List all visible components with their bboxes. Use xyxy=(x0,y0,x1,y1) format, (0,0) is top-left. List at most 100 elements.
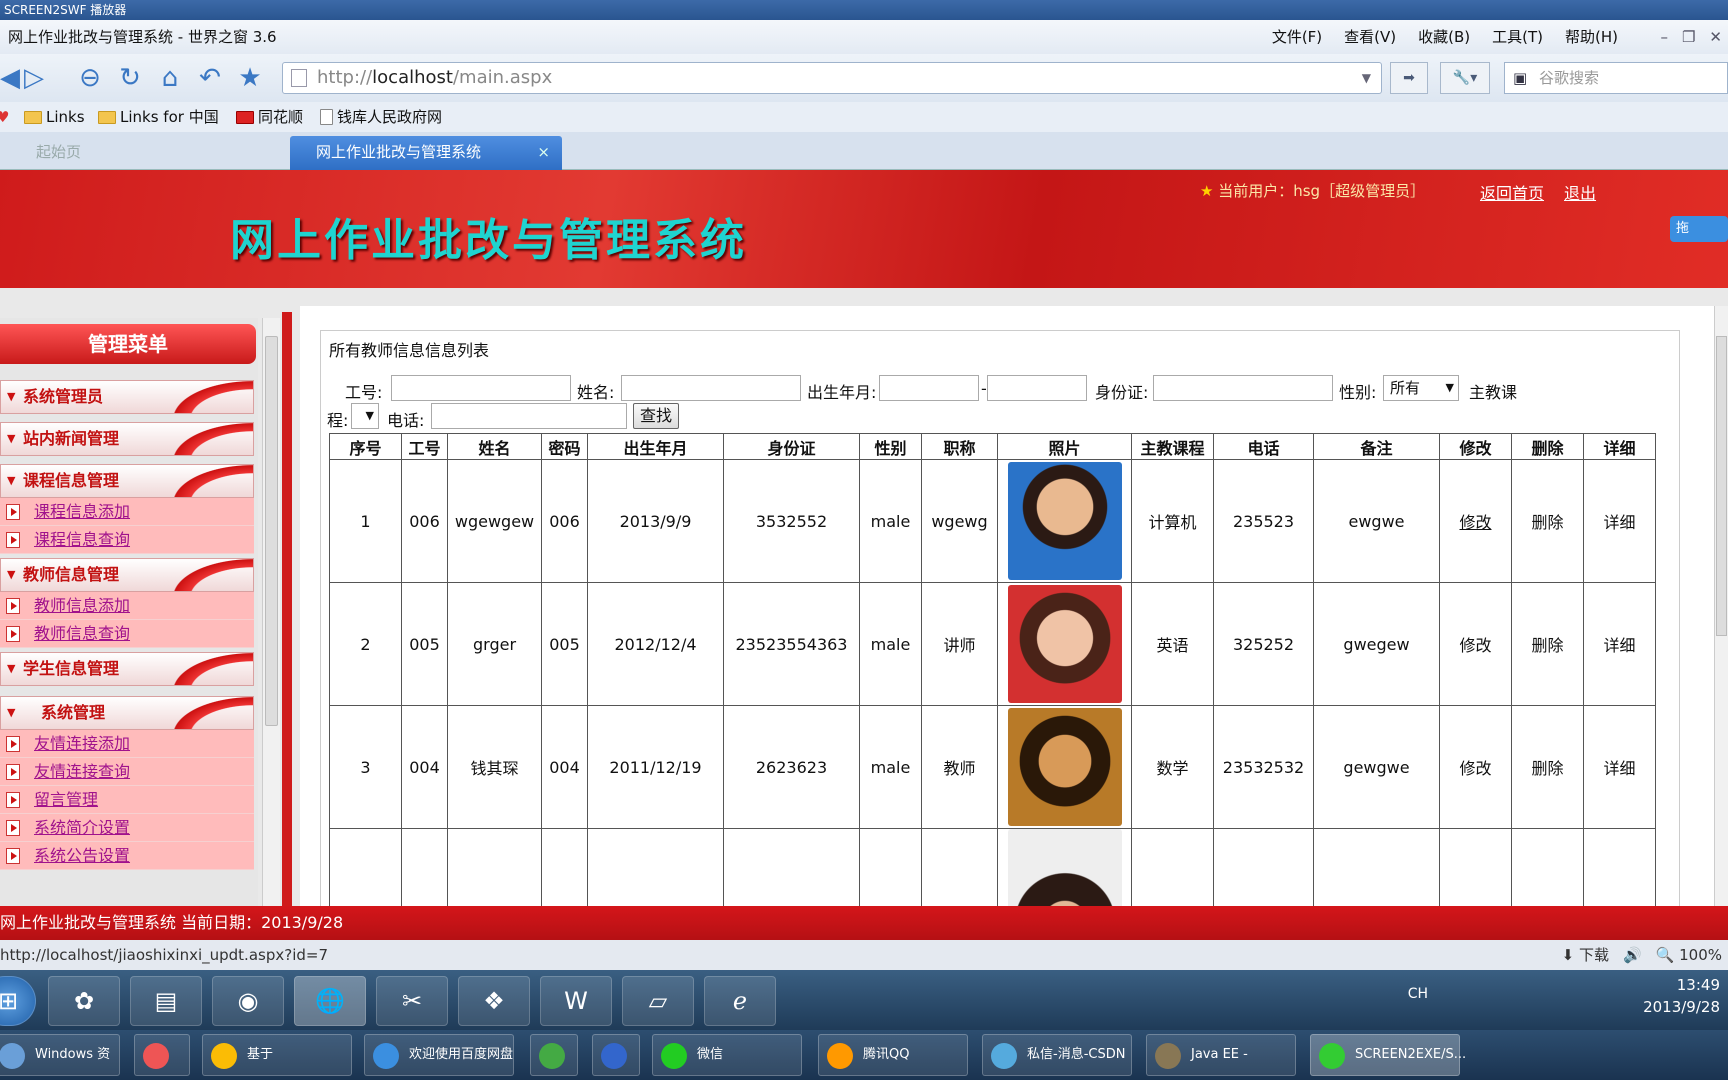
menu-group-teacher[interactable]: ▼ 教师信息管理 xyxy=(0,558,254,592)
menu-group-student[interactable]: ▼ 学生信息管理 xyxy=(0,652,254,686)
edit-link[interactable] xyxy=(1439,828,1512,906)
menu-tools[interactable]: 工具(T) xyxy=(1492,20,1543,54)
menu-scrollbar[interactable] xyxy=(262,318,280,906)
stop-icon[interactable]: ⊖ xyxy=(74,62,106,94)
home-link[interactable]: 返回首页 xyxy=(1480,180,1544,204)
menu-item-course-query[interactable]: 课程信息查询 xyxy=(0,526,254,554)
menu-item-intro-settings[interactable]: 系统简介设置 xyxy=(0,814,254,842)
taskbar-window[interactable]: 欢迎使用百度网盘 xyxy=(364,1034,514,1076)
taskbar-window[interactable] xyxy=(530,1034,578,1076)
sound-icon[interactable]: 🔊 xyxy=(1623,940,1642,970)
browser-app-icon[interactable]: ◉ xyxy=(212,976,284,1026)
delete-link[interactable]: 删除 xyxy=(1511,582,1584,706)
birth-from-input[interactable] xyxy=(879,375,979,401)
input-language[interactable]: CH xyxy=(1408,986,1428,1002)
edit-link[interactable]: 修改 xyxy=(1439,705,1512,829)
menu-favorites[interactable]: 收藏(B) xyxy=(1418,20,1470,54)
phone-input[interactable] xyxy=(431,403,627,429)
fav-links-china[interactable]: Links for 中国 xyxy=(98,102,219,132)
scrollbar-thumb[interactable] xyxy=(1716,336,1727,636)
restore-icon[interactable]: ❐ xyxy=(1682,20,1695,54)
fav-links[interactable]: Links xyxy=(24,102,85,132)
detail-link[interactable]: 详细 xyxy=(1583,705,1656,829)
menu-item-teacher-query[interactable]: 教师信息查询 xyxy=(0,620,254,648)
start-button[interactable]: ⊞ xyxy=(0,976,36,1026)
detail-link[interactable]: 详细 xyxy=(1583,582,1656,706)
menu-view[interactable]: 查看(V) xyxy=(1344,20,1396,54)
zoom-control[interactable]: 🔍 100% xyxy=(1656,940,1722,970)
idcard-input[interactable] xyxy=(1153,375,1333,401)
go-button[interactable]: ➡ xyxy=(1390,62,1428,94)
cell-idcard xyxy=(723,828,860,906)
delete-link[interactable]: 删除 xyxy=(1511,459,1584,583)
name-input[interactable] xyxy=(621,375,801,401)
star-icon[interactable]: ★ xyxy=(234,62,266,94)
content-scrollbar[interactable] xyxy=(1714,306,1728,906)
menu-item-course-add[interactable]: 课程信息添加 xyxy=(0,498,254,526)
minimize-icon[interactable]: – xyxy=(1660,20,1668,54)
address-dropdown-icon[interactable]: ▼ xyxy=(1362,63,1371,93)
media-app-icon[interactable]: ❖ xyxy=(458,976,530,1026)
search-button[interactable]: 查找 xyxy=(633,403,679,429)
taskbar-window[interactable] xyxy=(134,1034,190,1076)
tools-app-icon[interactable]: ✂ xyxy=(376,976,448,1026)
download-icon[interactable]: ⬇ 下载 xyxy=(1562,940,1609,970)
tab-start-page[interactable]: 起始页 xyxy=(10,136,280,170)
taskbar-window[interactable]: 基于Springboot... xyxy=(202,1034,352,1076)
menu-item-link-add[interactable]: 友情连接添加 xyxy=(0,730,254,758)
tab-close-icon[interactable]: × xyxy=(537,136,550,168)
world-browser-icon[interactable]: 🌐 xyxy=(294,976,366,1026)
frame-splitter[interactable] xyxy=(282,312,292,906)
forward-icon[interactable]: ▷ xyxy=(18,62,50,94)
menu-help[interactable]: 帮助(H) xyxy=(1565,20,1618,54)
edit-link[interactable]: 修改 xyxy=(1439,459,1512,583)
chrome-icon xyxy=(211,1043,237,1069)
delete-link[interactable]: 删除 xyxy=(1511,705,1584,829)
delete-link[interactable] xyxy=(1511,828,1584,906)
taskbar-window[interactable] xyxy=(592,1034,640,1076)
detail-link[interactable] xyxy=(1583,828,1656,906)
cloud-drive-icon[interactable]: 拖 xyxy=(1670,216,1728,242)
file-explorer-icon[interactable]: ▤ xyxy=(130,976,202,1026)
taskbar-window[interactable]: Windows 资源... xyxy=(0,1034,120,1076)
menu-file[interactable]: 文件(F) xyxy=(1272,20,1322,54)
birth-to-input[interactable] xyxy=(987,375,1087,401)
menu-group-sysadmin[interactable]: ▼ 系统管理员 xyxy=(0,380,254,414)
undo-icon[interactable]: ↶ xyxy=(194,62,226,94)
pinned-app-icon[interactable]: ✿ xyxy=(48,976,120,1026)
favorites-icon[interactable]: ♥ xyxy=(0,102,9,132)
menu-group-news[interactable]: ▼ 站内新闻管理 xyxy=(0,422,254,456)
menu-item-link-query[interactable]: 友情连接查询 xyxy=(0,758,254,786)
edit-link[interactable]: 修改 xyxy=(1439,582,1512,706)
tab-homework-system[interactable]: 网上作业批改与管理系统 × xyxy=(290,136,562,170)
taskbar-window[interactable]: 私信-消息-CSDN xyxy=(982,1034,1132,1076)
fav-tonghuashun[interactable]: 同花顺 xyxy=(236,102,303,132)
taskbar-window[interactable]: SCREEN2EXE/S... xyxy=(1310,1034,1466,1076)
menu-group-system[interactable]: ▼ 系统管理 xyxy=(0,696,254,730)
home-icon[interactable]: ⌂ xyxy=(154,62,186,94)
gonghao-input[interactable] xyxy=(391,375,571,401)
menu-item-messages[interactable]: 留言管理 xyxy=(0,786,254,814)
taskbar-window[interactable]: 腾讯QQ xyxy=(818,1034,968,1076)
logout-link[interactable]: 退出 xyxy=(1564,180,1596,204)
refresh-icon[interactable]: ↻ xyxy=(114,62,146,94)
menu-group-course[interactable]: ▼ 课程信息管理 xyxy=(0,464,254,498)
taskbar-window[interactable]: Java EE - Eclipse xyxy=(1146,1034,1296,1076)
search-input[interactable]: ▣ 谷歌搜索 xyxy=(1504,62,1728,94)
system-clock[interactable]: 13:49 2013/9/28 xyxy=(1643,974,1720,1018)
dreamweaver-icon[interactable]: ℯ xyxy=(704,976,776,1026)
tools-button[interactable]: 🔧▾ xyxy=(1440,62,1490,94)
gender-select[interactable]: 所有 ▼ xyxy=(1383,375,1459,401)
scrollbar-thumb[interactable] xyxy=(265,336,278,726)
address-bar[interactable]: http://localhost/main.aspx ▼ xyxy=(282,62,1382,94)
detail-link[interactable]: 详细 xyxy=(1583,459,1656,583)
notepad-icon[interactable]: ▱ xyxy=(622,976,694,1026)
menu-item-teacher-add[interactable]: 教师信息添加 xyxy=(0,592,254,620)
course-select[interactable]: ▼ xyxy=(351,403,379,429)
taskbar-window[interactable]: 微信 xyxy=(652,1034,802,1076)
close-icon[interactable]: ✕ xyxy=(1709,20,1722,54)
fav-qianku[interactable]: 钱库人民政府网 xyxy=(320,102,442,132)
arrow-icon xyxy=(6,792,20,808)
menu-item-notice-settings[interactable]: 系统公告设置 xyxy=(0,842,254,870)
word-icon[interactable]: W xyxy=(540,976,612,1026)
